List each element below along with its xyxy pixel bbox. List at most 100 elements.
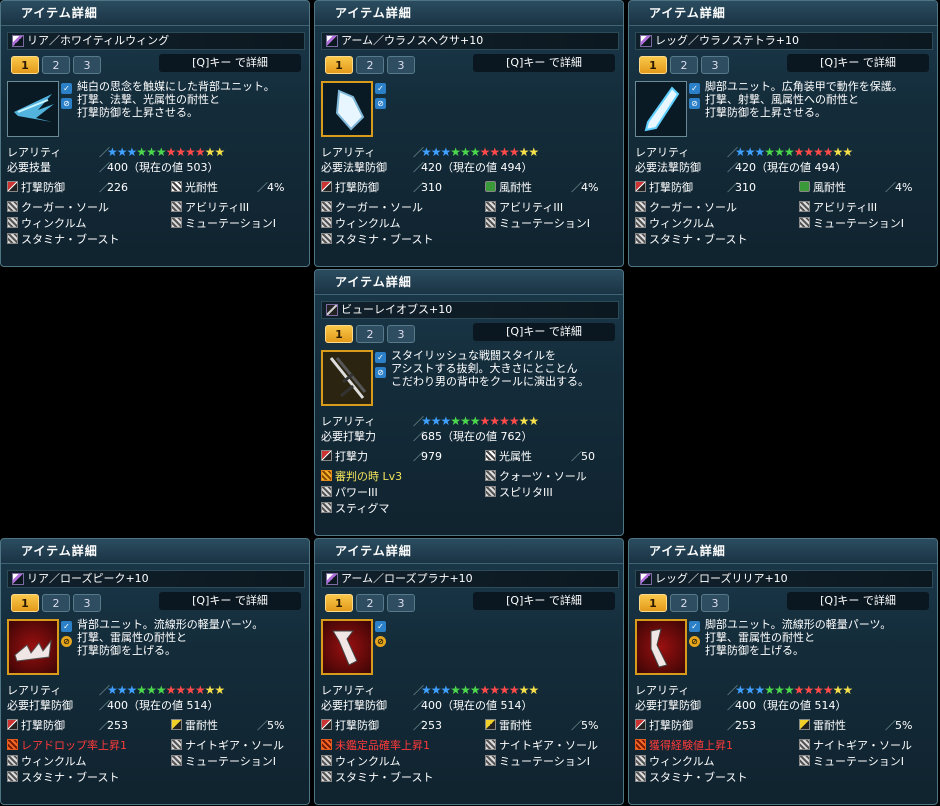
q-key-detail-hint[interactable]: [Q]キー で詳細	[159, 592, 301, 610]
q-key-detail-hint[interactable]: [Q]キー で詳細	[787, 592, 929, 610]
tab-1[interactable]: 1	[639, 594, 667, 612]
rarity-row: レアリティ／ ★★★★★★★★★★★★	[7, 145, 305, 160]
stat2: 雷耐性	[799, 718, 846, 733]
rarity-label: レアリティ	[321, 146, 376, 159]
ability-item: ナイトギア・ソール	[171, 738, 284, 753]
tab-1[interactable]: 1	[639, 56, 667, 74]
tab-1[interactable]: 1	[325, 325, 353, 343]
requirement-row: 必要技量／ 400（現在の値 503）	[7, 160, 305, 175]
rarity-label: レアリティ	[635, 146, 690, 159]
ability-label: パワーIII	[335, 486, 378, 499]
tab-3[interactable]: 3	[73, 594, 101, 612]
rarity-stars: ★★★★★★★★★★★★	[421, 683, 539, 698]
rarity-star-icon: ★	[508, 683, 520, 697]
rarity-row: レアリティ／ ★★★★★★★★★★★★	[7, 683, 305, 698]
tab-3[interactable]: 3	[73, 56, 101, 74]
ability-icon	[7, 755, 18, 766]
ability-icon	[321, 201, 332, 212]
stat1-value: 253	[421, 719, 442, 732]
q-key-detail-hint[interactable]: [Q]キー で詳細	[473, 54, 615, 72]
tab-1[interactable]: 1	[11, 56, 39, 74]
tab-2[interactable]: 2	[42, 594, 70, 612]
tab-2[interactable]: 2	[356, 325, 384, 343]
q-key-detail-hint[interactable]: [Q]キー で詳細	[787, 54, 929, 72]
item-name: リア／ホワイティルウィング	[27, 34, 170, 47]
ability-label: ミューテーションI	[813, 755, 905, 768]
leg-unit-icon	[640, 573, 652, 585]
strike-power-icon	[321, 450, 332, 461]
check-icon: ✓	[689, 83, 700, 94]
tab-2[interactable]: 2	[670, 594, 698, 612]
tab-2[interactable]: 2	[356, 56, 384, 74]
rarity-star-icon: ★	[155, 683, 167, 697]
tab-3[interactable]: 3	[701, 594, 729, 612]
rarity-row: レアリティ／ ★★★★★★★★★★★★	[321, 145, 619, 160]
ability-icon	[485, 755, 496, 766]
rarity-star-icon: ★	[165, 145, 177, 159]
ability-icon	[171, 217, 182, 228]
ability-label: ウィンクルム	[335, 755, 401, 768]
no-trade-icon: ⊘	[375, 636, 386, 647]
tab-1[interactable]: 1	[325, 56, 353, 74]
ability-icon	[171, 755, 182, 766]
rarity-star-icon: ★	[214, 145, 225, 159]
tab-3[interactable]: 3	[701, 56, 729, 74]
ability-icon	[799, 201, 810, 212]
rarity-star-icon: ★	[764, 145, 775, 159]
special-ability-icon	[7, 739, 18, 750]
item-thumbnail	[635, 81, 687, 137]
rarity-star-icon: ★	[489, 414, 500, 428]
stat1-label: 打撃防御	[649, 181, 693, 194]
tab-2[interactable]: 2	[670, 56, 698, 74]
rarity-star-icon: ★	[204, 683, 216, 697]
tab-3[interactable]: 3	[387, 325, 415, 343]
tab-1[interactable]: 1	[11, 594, 39, 612]
item-detail-panel: アイテム詳細 リア／ホワイティルウィング 123 [Q]キー で詳細 ✓ ⊘ 純白…	[0, 0, 310, 267]
ability-icon	[635, 755, 646, 766]
q-key-detail-hint[interactable]: [Q]キー で詳細	[159, 54, 301, 72]
rarity-star-icon: ★	[783, 683, 795, 697]
rarity-star-icon: ★	[489, 145, 500, 159]
detail-tabs: 123	[11, 592, 104, 612]
check-icon: ✓	[61, 83, 72, 94]
ability-row: クーガー・ソール アビリティIII	[7, 200, 305, 215]
light-element-icon	[485, 450, 496, 461]
rarity-star-icon: ★	[175, 145, 186, 159]
rarity-star-icon: ★	[793, 145, 805, 159]
rarity-star-icon: ★	[822, 145, 834, 159]
tab-2[interactable]: 2	[42, 56, 70, 74]
rarity-star-icon: ★	[175, 683, 186, 697]
check-icon: ✓	[689, 621, 700, 632]
stat1: 打撃防御	[635, 180, 693, 195]
ability-row: スタミナ・ブースト	[7, 232, 305, 247]
ability-row: 獲得経験値上昇1 ナイトギア・ソール	[635, 738, 933, 753]
q-key-detail-hint[interactable]: [Q]キー で詳細	[473, 592, 615, 610]
q-key-detail-hint[interactable]: [Q]キー で詳細	[473, 323, 615, 341]
status-icons: ✓ ⊘	[375, 621, 387, 651]
rarity-star-icon: ★	[146, 683, 157, 697]
ability-item: 審判の時 Lv3	[321, 469, 402, 484]
item-thumbnail	[7, 81, 59, 137]
rarity-star-icon: ★	[744, 145, 756, 159]
requirement-row: 必要打撃防御／ 400（現在の値 514）	[321, 698, 619, 713]
tab-3[interactable]: 3	[387, 56, 415, 74]
ability-row: 未鑑定品確率上昇1 ナイトギア・ソール	[321, 738, 619, 753]
item-name: アーム／ローズプラナ+10	[341, 572, 473, 585]
ability-row: スタミナ・ブースト	[7, 770, 305, 785]
stat2-value: 50	[581, 450, 595, 463]
stat-row: 打撃防御／ 253 雷耐性／ 5%	[321, 718, 619, 733]
tab-3[interactable]: 3	[387, 594, 415, 612]
special-ability-icon	[635, 739, 646, 750]
stat1-value: 253	[107, 719, 128, 732]
rarity-star-icon: ★	[136, 145, 147, 159]
ability-label: スタミナ・ブースト	[649, 233, 748, 246]
rarity-label: レアリティ	[321, 684, 376, 697]
tab-1[interactable]: 1	[325, 594, 353, 612]
strike-defense-icon	[321, 181, 332, 192]
ability-label: スティグマ	[335, 502, 390, 515]
tab-2[interactable]: 2	[356, 594, 384, 612]
ability-row: ウィンクルム ミューテーションI	[7, 754, 305, 769]
rarity-star-icon: ★	[185, 683, 196, 697]
requirement-value: 400（現在の値 503）	[107, 161, 219, 174]
ability-icon	[799, 217, 810, 228]
